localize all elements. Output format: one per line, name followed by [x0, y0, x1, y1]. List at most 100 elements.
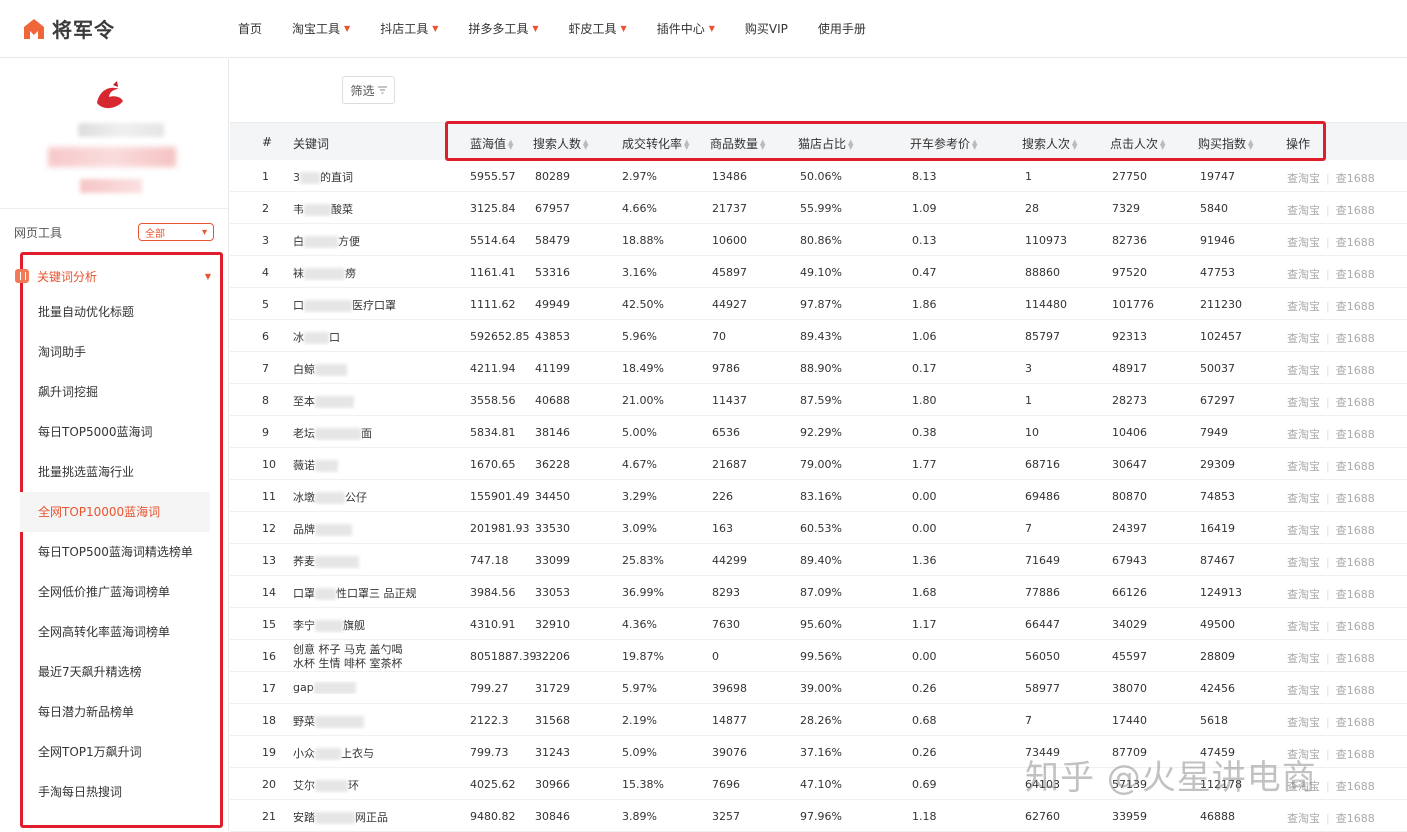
table-row[interactable]: 5 1111.62 49949 42.50% 44927 97.87% 1.86 114480… — [230, 288, 1407, 320]
search-taobao-link[interactable]: 查淘宝 — [1287, 492, 1320, 505]
table-row[interactable]: 3 5514.64 58479 18.88% 10600 80.86% 0.13 110973… — [230, 224, 1407, 256]
table-row[interactable]: 12 201981.93 33530 3.09% 163 60.53% 0.00 7 24397… — [230, 512, 1407, 544]
search-1688-link[interactable]: 查1688 — [1336, 780, 1375, 793]
search-taobao-link[interactable]: 查淘宝 — [1287, 332, 1320, 345]
search-1688-link[interactable]: 查1688 — [1336, 332, 1375, 345]
sidebar-item-4[interactable]: 批量挑选蓝海行业 — [20, 452, 210, 492]
cell-keyword[interactable]: 至本 — [293, 393, 461, 409]
search-taobao-link[interactable]: 查淘宝 — [1287, 588, 1320, 601]
search-1688-link[interactable]: 查1688 — [1336, 236, 1375, 249]
search-1688-link[interactable]: 查1688 — [1336, 716, 1375, 729]
brand-logo[interactable]: 将军令 — [22, 14, 115, 43]
table-row[interactable]: 4 1161.41 53316 3.16% 45897 49.10% 0.47 88860 97… — [230, 256, 1407, 288]
nav-item-1[interactable]: 淘宝工具 ▼ — [292, 18, 350, 38]
nav-item-7[interactable]: 使用手册 — [818, 18, 866, 38]
search-taobao-link[interactable]: 查淘宝 — [1287, 172, 1320, 185]
cell-keyword[interactable]: 安踏 网正品 — [293, 809, 461, 825]
search-1688-link[interactable]: 查1688 — [1336, 812, 1375, 825]
cell-keyword[interactable]: 野菜 — [293, 713, 461, 729]
sidebar-item-0[interactable]: 批量自动优化标题 — [20, 292, 210, 332]
table-row[interactable]: 1 5955.57 80289 2.97% 13486 50.06% 8.13 1 27750 1… — [230, 160, 1407, 192]
menu-section-keyword-analysis[interactable]: 关键词分析 ▼ — [15, 264, 211, 288]
search-1688-link[interactable]: 查1688 — [1336, 748, 1375, 761]
table-row[interactable]: 13 747.18 33099 25.83% 44299 89.40% 1.36 71649 6… — [230, 544, 1407, 576]
table-row[interactable]: 10 1670.65 36228 4.67% 21687 79.00% 1.77 68716 3… — [230, 448, 1407, 480]
sidebar-item-10[interactable]: 每日潜力新品榜单 — [20, 692, 210, 732]
avatar[interactable] — [93, 81, 127, 111]
cell-keyword[interactable]: 创意 杯子 马克 盖勺喝 水杯 生情 啡杯 室茶杯 — [293, 643, 465, 671]
table-row[interactable]: 14 3984.56 33053 36.99% 8293 87.09% 1.68 77886 6… — [230, 576, 1407, 608]
search-taobao-link[interactable]: 查淘宝 — [1287, 652, 1320, 665]
search-1688-link[interactable]: 查1688 — [1336, 620, 1375, 633]
sidebar-item-12[interactable]: 手淘每日热搜词 — [20, 772, 210, 812]
search-1688-link[interactable]: 查1688 — [1336, 396, 1375, 409]
search-1688-link[interactable]: 查1688 — [1336, 204, 1375, 217]
search-taobao-link[interactable]: 查淘宝 — [1287, 300, 1320, 313]
search-1688-link[interactable]: 查1688 — [1336, 556, 1375, 569]
sidebar-item-7[interactable]: 全网低价推广蓝海词榜单 — [20, 572, 210, 612]
table-row[interactable]: 2 3125.84 67957 4.66% 21737 55.99% 1.09 28 7329 5… — [230, 192, 1407, 224]
cell-keyword[interactable]: 品牌 — [293, 521, 461, 537]
table-row[interactable]: 7 4211.94 41199 18.49% 9786 88.90% 0.17 3 48917 5… — [230, 352, 1407, 384]
search-taobao-link[interactable]: 查淘宝 — [1287, 620, 1320, 633]
cell-keyword[interactable]: 袜痨 — [293, 265, 461, 281]
cell-keyword[interactable]: 冰口 — [293, 329, 461, 345]
search-taobao-link[interactable]: 查淘宝 — [1287, 396, 1320, 409]
sidebar-item-9[interactable]: 最近7天飙升精选榜 — [20, 652, 210, 692]
table-row[interactable]: 16 8051887.39 32206 19.87% 0 99.56% 0.00 56050 4… — [230, 640, 1407, 672]
search-1688-link[interactable]: 查1688 — [1336, 524, 1375, 537]
nav-item-6[interactable]: 购买VIP — [745, 18, 788, 38]
search-taobao-link[interactable]: 查淘宝 — [1287, 364, 1320, 377]
filter-button[interactable]: 筛选 — [342, 76, 395, 104]
sidebar-item-1[interactable]: 淘词助手 — [20, 332, 210, 372]
nav-item-3[interactable]: 拼多多工具 ▼ — [468, 18, 538, 38]
search-taobao-link[interactable]: 查淘宝 — [1287, 716, 1320, 729]
search-1688-link[interactable]: 查1688 — [1336, 460, 1375, 473]
search-1688-link[interactable]: 查1688 — [1336, 684, 1375, 697]
search-taobao-link[interactable]: 查淘宝 — [1287, 524, 1320, 537]
cell-keyword[interactable]: 口 医疗口罩 — [293, 297, 461, 313]
cell-keyword[interactable]: 小众 上衣与 — [293, 745, 461, 761]
search-taobao-link[interactable]: 查淘宝 — [1287, 268, 1320, 281]
search-1688-link[interactable]: 查1688 — [1336, 268, 1375, 281]
table-row[interactable]: 21 9480.82 30846 3.89% 3257 97.96% 1.18 62760 33… — [230, 800, 1407, 832]
tool-category-select[interactable]: 全部 ▾ — [138, 223, 214, 241]
nav-item-0[interactable]: 首页 — [238, 18, 262, 38]
search-taobao-link[interactable]: 查淘宝 — [1287, 236, 1320, 249]
nav-item-5[interactable]: 插件中心 ▼ — [657, 18, 715, 38]
cell-keyword[interactable]: 3 的直词 — [293, 169, 461, 185]
cell-keyword[interactable]: 冰墩 公仔 — [293, 489, 461, 505]
sidebar-item-11[interactable]: 全网TOP1万飙升词 — [20, 732, 210, 772]
table-row[interactable]: 11 155901.49 34450 3.29% 226 83.16% 0.00 69486 8… — [230, 480, 1407, 512]
cell-keyword[interactable]: 薇诺 — [293, 457, 461, 473]
cell-keyword[interactable]: 口罩 性口罩三 品正规 — [293, 585, 461, 601]
cell-keyword[interactable]: 老坛 面 — [293, 425, 461, 441]
nav-item-4[interactable]: 虾皮工具 ▼ — [569, 18, 627, 38]
sidebar-item-2[interactable]: 飙升词挖掘 — [20, 372, 210, 412]
cell-keyword[interactable]: 李宁 旗舰 — [293, 617, 461, 633]
cell-keyword[interactable]: gap — [293, 681, 461, 694]
cell-keyword[interactable]: 白鲸 — [293, 361, 461, 377]
table-row[interactable]: 18 2122.3 31568 2.19% 14877 28.26% 0.68 7 17440 5… — [230, 704, 1407, 736]
sidebar-item-6[interactable]: 每日TOP500蓝海词精选榜单 — [20, 532, 210, 572]
search-1688-link[interactable]: 查1688 — [1336, 172, 1375, 185]
nav-item-2[interactable]: 抖店工具 ▼ — [380, 18, 438, 38]
search-1688-link[interactable]: 查1688 — [1336, 588, 1375, 601]
cell-keyword[interactable]: 韦 酸菜 — [293, 201, 461, 217]
sidebar-item-5[interactable]: 全网TOP10000蓝海词 — [20, 492, 210, 532]
table-row[interactable]: 9 5834.81 38146 5.00% 6536 92.29% 0.38 10 10406 7… — [230, 416, 1407, 448]
search-taobao-link[interactable]: 查淘宝 — [1287, 556, 1320, 569]
table-row[interactable]: 17 799.27 31729 5.97% 39698 39.00% 0.26 58977 38… — [230, 672, 1407, 704]
search-taobao-link[interactable]: 查淘宝 — [1287, 460, 1320, 473]
table-row[interactable]: 15 4310.91 32910 4.36% 7630 95.60% 1.17 66447 34… — [230, 608, 1407, 640]
search-taobao-link[interactable]: 查淘宝 — [1287, 684, 1320, 697]
sidebar-item-8[interactable]: 全网高转化率蓝海词榜单 — [20, 612, 210, 652]
cell-keyword[interactable]: 白 方便 — [293, 233, 461, 249]
search-1688-link[interactable]: 查1688 — [1336, 428, 1375, 441]
search-1688-link[interactable]: 查1688 — [1336, 492, 1375, 505]
table-row[interactable]: 8 3558.56 40688 21.00% 11437 87.59% 1.80 1 28273… — [230, 384, 1407, 416]
search-taobao-link[interactable]: 查淘宝 — [1287, 204, 1320, 217]
search-1688-link[interactable]: 查1688 — [1336, 364, 1375, 377]
table-row[interactable]: 6 592652.85 43853 5.96% 70 89.43% 1.06 85797 923… — [230, 320, 1407, 352]
search-taobao-link[interactable]: 查淘宝 — [1287, 428, 1320, 441]
